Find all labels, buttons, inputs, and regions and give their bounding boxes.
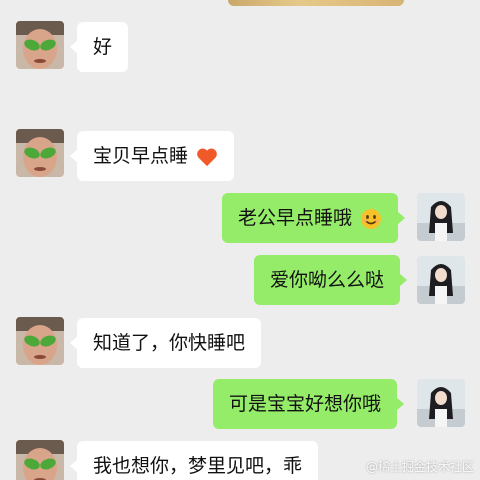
message-text: 我也想你，梦里见吧，乖: [93, 455, 303, 477]
message-bubble[interactable]: 爱你呦么么哒: [254, 255, 408, 305]
previous-image-message[interactable]: [228, 0, 404, 6]
message-text: 老公早点睡哦: [238, 207, 353, 229]
heart-icon: [197, 148, 217, 166]
contact-avatar[interactable]: [16, 317, 64, 365]
self-avatar[interactable]: [417, 379, 465, 427]
girl-photo-icon: [417, 193, 465, 241]
message-bubble[interactable]: 好: [69, 22, 129, 72]
alien-face-icon: [16, 21, 64, 69]
message-bubble[interactable]: 知道了，你快睡吧: [69, 318, 262, 368]
message-text: 可是宝宝好想你哦: [229, 393, 382, 415]
self-avatar[interactable]: [417, 256, 465, 304]
message-text: 知道了，你快睡吧: [93, 332, 246, 354]
contact-avatar[interactable]: [16, 440, 64, 480]
girl-photo-icon: [417, 256, 465, 304]
contact-avatar[interactable]: [16, 21, 64, 69]
contact-avatar[interactable]: [16, 129, 64, 177]
self-avatar[interactable]: [417, 193, 465, 241]
message-text: 宝贝早点睡: [93, 145, 189, 167]
message-bubble[interactable]: 可是宝宝好想你哦: [213, 379, 405, 429]
alien-face-icon: [16, 129, 64, 177]
watermark: @稀土掘金技术社区: [365, 460, 474, 474]
alien-face-icon: [16, 317, 64, 365]
message-text: 好: [93, 36, 113, 58]
alien-face-icon: [16, 440, 64, 480]
message-text: 爱你呦么么哒: [270, 269, 385, 291]
smile-icon: [361, 208, 382, 229]
girl-photo-icon: [417, 379, 465, 427]
message-bubble[interactable]: 我也想你，梦里见吧，乖: [69, 441, 319, 480]
message-bubble[interactable]: 老公早点睡哦: [222, 193, 406, 243]
message-bubble[interactable]: 宝贝早点睡: [69, 131, 235, 181]
